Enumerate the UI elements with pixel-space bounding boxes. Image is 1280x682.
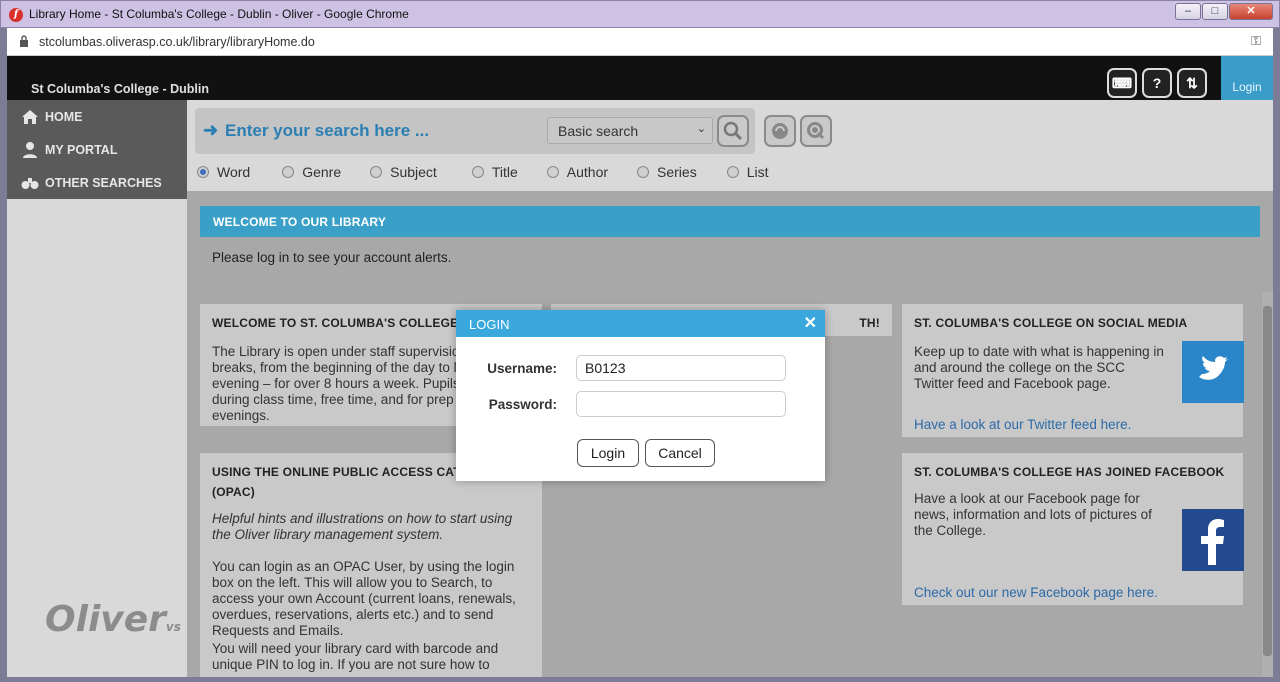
accessibility-icon[interactable]: ⇅	[1177, 68, 1207, 98]
minimize-icon[interactable]: –	[1175, 3, 1201, 20]
home-icon	[22, 110, 38, 124]
search-type-radios: Word Genre Subject Title Author Series L…	[197, 164, 769, 180]
advanced-search-button[interactable]	[800, 115, 832, 147]
oliver-logo: Olivervs	[45, 599, 181, 640]
sidebar-item-other-searches[interactable]: OTHER SEARCHES	[21, 173, 162, 193]
username-field[interactable]	[576, 355, 786, 381]
url-text[interactable]: stcolumbas.oliverasp.co.uk/library/libra…	[39, 35, 315, 49]
radio-circle[interactable]	[546, 166, 559, 178]
help-icon[interactable]: ?	[1142, 68, 1172, 98]
sidebar-item-label: OTHER SEARCHES	[45, 176, 162, 190]
radio-circle[interactable]	[370, 166, 383, 178]
username-row: Username:	[456, 355, 825, 381]
sidebar-item-my-portal[interactable]: MY PORTAL	[21, 140, 117, 160]
window-controls: – □ ✕	[1175, 3, 1273, 21]
radio-label: Genre	[302, 164, 342, 180]
globe-search-icon	[807, 122, 825, 140]
sidebar-item-home[interactable]: HOME	[21, 107, 83, 127]
login-button[interactable]: Login	[577, 439, 639, 467]
panel-title: ST. COLUMBA'S COLLEGE HAS JOINED FACEBOO…	[914, 465, 1225, 479]
scrollbar-thumb[interactable]	[1263, 306, 1272, 656]
panel-body: You can login as an OPAC User, by using …	[212, 559, 516, 638]
refresh-icon	[772, 123, 788, 139]
college-name: St Columba's College - Dublin	[31, 82, 209, 96]
panel-body-continued: You will need your library card with bar…	[212, 641, 499, 672]
password-field[interactable]	[576, 391, 786, 417]
arrow-right-icon: ➜	[203, 120, 219, 140]
sidebar-item-label: MY PORTAL	[45, 143, 118, 157]
radio-label: Series	[657, 164, 697, 180]
welcome-header: WELCOME TO OUR LIBRARY	[200, 206, 1260, 237]
password-label: Password:	[488, 397, 557, 412]
key-icon[interactable]: ⚿	[1251, 33, 1261, 49]
radio-label: List	[746, 164, 769, 180]
search-mode-value: Basic search	[558, 123, 639, 139]
site-header: St Columba's College - Dublin ⌨ ? ⇅ Logi…	[7, 56, 1273, 100]
login-dialog-header: LOGIN ✕	[456, 310, 825, 337]
panel-body: Keep up to date with what is happening i…	[914, 344, 1164, 391]
radio-author[interactable]: Author	[546, 164, 609, 180]
panel-intro: Helpful hints and illustrations on how t…	[212, 511, 513, 542]
social-media-panel: ST. COLUMBA'S COLLEGE ON SOCIAL MEDIA Ke…	[902, 304, 1244, 437]
radio-label: Title	[491, 164, 518, 180]
window-title: Library Home - St Columba's College - Du…	[29, 7, 409, 21]
account-alert-text: Please log in to see your account alerts…	[212, 250, 452, 265]
facebook-panel: ST. COLUMBA'S COLLEGE HAS JOINED FACEBOO…	[902, 453, 1244, 605]
binoculars-icon	[21, 178, 39, 189]
oliver-favicon-icon: f	[9, 8, 23, 22]
panel-title: ST. COLUMBA'S COLLEGE ON SOCIAL MEDIA	[914, 316, 1188, 330]
search-bar: ➜ Basic search ⌄	[195, 108, 755, 154]
scrollbar[interactable]	[1262, 292, 1273, 677]
login-dialog-title: LOGIN	[469, 317, 510, 332]
opac-panel: USING THE ONLINE PUBLIC ACCESS CATALOGUE…	[200, 453, 542, 677]
lock-icon	[20, 35, 28, 47]
close-window-icon[interactable]: ✕	[1229, 3, 1273, 20]
radio-title[interactable]: Title	[471, 164, 518, 180]
radio-series[interactable]: Series	[637, 164, 697, 180]
login-dialog: LOGIN ✕ Username: Password: Login Cancel	[456, 310, 825, 481]
search-button[interactable]	[717, 115, 749, 147]
username-label: Username:	[487, 361, 557, 376]
sidebar: HOME MY PORTAL OTHER SEARCHES	[7, 100, 187, 199]
sidebar-item-label: HOME	[45, 110, 83, 124]
chevron-down-icon: ⌄	[696, 123, 706, 135]
radio-circle[interactable]	[282, 166, 295, 178]
maximize-icon[interactable]: □	[1202, 3, 1228, 20]
radio-circle[interactable]	[726, 166, 739, 178]
password-row: Password:	[456, 391, 825, 417]
cancel-button[interactable]: Cancel	[645, 439, 715, 467]
facebook-icon[interactable]	[1182, 509, 1244, 571]
search-input[interactable]	[225, 118, 525, 144]
radio-label: Subject	[390, 164, 437, 180]
header-login-button[interactable]: Login	[1221, 56, 1273, 100]
radio-list[interactable]: List	[726, 164, 769, 180]
magnifier-icon	[723, 121, 743, 141]
panel-body: Have a look at our Facebook page for new…	[914, 491, 1152, 538]
keyboard-icon[interactable]: ⌨	[1107, 68, 1137, 98]
reset-search-button[interactable]	[764, 115, 796, 147]
header-tools: ⌨ ? ⇅	[1107, 68, 1207, 98]
close-icon[interactable]: ✕	[804, 313, 817, 333]
twitter-icon[interactable]	[1182, 341, 1244, 403]
logo-suffix: vs	[165, 620, 181, 634]
address-bar[interactable]: stcolumbas.oliverasp.co.uk/library/libra…	[7, 28, 1273, 56]
facebook-link[interactable]: Check out our new Facebook page here.	[902, 583, 1170, 601]
window-title-bar: f Library Home - St Columba's College - …	[0, 0, 1280, 28]
radio-label: Word	[217, 164, 251, 180]
search-mode-select[interactable]: Basic search ⌄	[547, 117, 713, 144]
twitter-link[interactable]: Have a look at our Twitter feed here.	[902, 415, 1143, 433]
radio-circle[interactable]	[637, 166, 650, 178]
logo-text: Oliver	[45, 599, 166, 640]
radio-circle[interactable]	[471, 166, 484, 178]
radio-circle[interactable]	[197, 166, 209, 178]
radio-word[interactable]: Word	[197, 164, 250, 180]
radio-genre[interactable]: Genre	[282, 164, 341, 180]
radio-label: Author	[566, 164, 609, 180]
radio-subject[interactable]: Subject	[370, 164, 437, 180]
page-viewport: St Columba's College - Dublin ⌨ ? ⇅ Logi…	[7, 56, 1273, 677]
user-icon	[23, 142, 37, 158]
